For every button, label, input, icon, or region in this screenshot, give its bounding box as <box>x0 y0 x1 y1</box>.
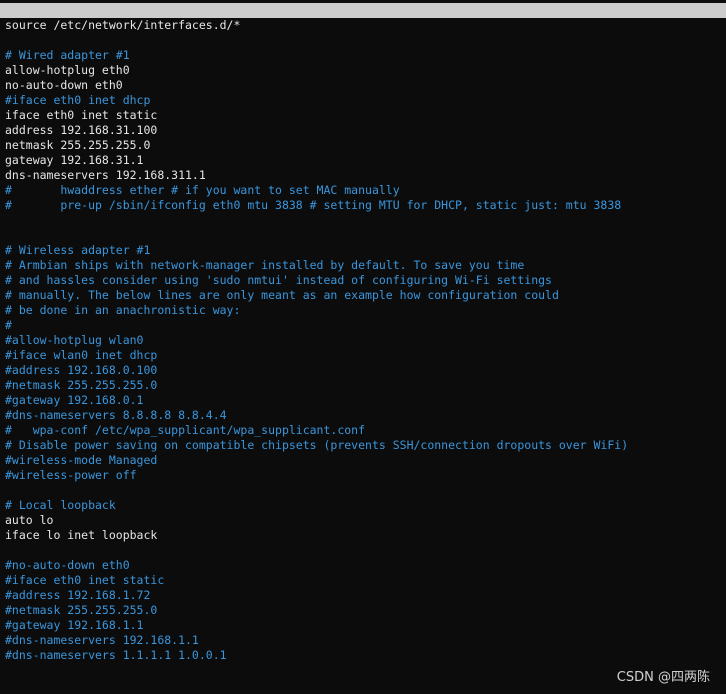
config-line[interactable]: iface lo inet loopback <box>5 528 721 543</box>
comment-line[interactable]: # hwaddress ether # if you want to set M… <box>5 183 721 198</box>
comment-line[interactable]: # be done in an anachronistic way: <box>5 303 721 318</box>
config-line[interactable]: auto lo <box>5 513 721 528</box>
comment-line[interactable]: # Wired adapter #1 <box>5 48 721 63</box>
config-line[interactable] <box>5 483 721 498</box>
watermark: CSDN @四两陈 <box>616 670 710 685</box>
config-line[interactable]: dns-nameservers 192.168.311.1 <box>5 168 721 183</box>
comment-line[interactable]: #iface eth0 inet dhcp <box>5 93 721 108</box>
comment-line[interactable]: #iface wlan0 inet dhcp <box>5 348 721 363</box>
comment-line[interactable]: #wireless-power off <box>5 468 721 483</box>
comment-line[interactable]: # wpa-conf /etc/wpa_supplicant/wpa_suppl… <box>5 423 721 438</box>
comment-line[interactable]: #gateway 192.168.1.1 <box>5 618 721 633</box>
comment-line[interactable]: # Wireless adapter #1 <box>5 243 721 258</box>
comment-line[interactable]: # Armbian ships with network-manager ins… <box>5 258 721 273</box>
config-line[interactable]: allow-hotplug eth0 <box>5 63 721 78</box>
config-line[interactable]: address 192.168.31.100 <box>5 123 721 138</box>
config-line[interactable]: iface eth0 inet static <box>5 108 721 123</box>
comment-line[interactable]: #dns-nameservers 1.1.1.1 1.0.0.1 <box>5 648 721 663</box>
comment-line[interactable]: #netmask 255.255.255.0 <box>5 603 721 618</box>
comment-line[interactable]: #dns-nameservers 192.168.1.1 <box>5 633 721 648</box>
comment-line[interactable]: # pre-up /sbin/ifconfig eth0 mtu 3838 # … <box>5 198 721 213</box>
comment-line[interactable]: #allow-hotplug wlan0 <box>5 333 721 348</box>
config-line[interactable] <box>5 213 721 228</box>
comment-line[interactable]: #wireless-mode Managed <box>5 453 721 468</box>
config-line[interactable] <box>5 228 721 243</box>
comment-line[interactable]: #dns-nameservers 8.8.8.8 8.8.4.4 <box>5 408 721 423</box>
comment-line[interactable]: #address 192.168.0.100 <box>5 363 721 378</box>
config-line[interactable] <box>5 543 721 558</box>
comment-line[interactable]: # and hassles consider using 'sudo nmtui… <box>5 273 721 288</box>
config-line[interactable] <box>5 33 721 48</box>
comment-line[interactable]: # <box>5 318 721 333</box>
comment-line[interactable]: #netmask 255.255.255.0 <box>5 378 721 393</box>
comment-line[interactable]: # Local loopback <box>5 498 721 513</box>
config-line[interactable]: gateway 192.168.31.1 <box>5 153 721 168</box>
nano-titlebar: GNU nano 4.8 <box>0 3 726 32</box>
comment-line[interactable]: #gateway 192.168.0.1 <box>5 393 721 408</box>
config-line[interactable]: source /etc/network/interfaces.d/* <box>5 18 721 33</box>
editor-buffer[interactable]: source /etc/network/interfaces.d/* # Wire… <box>5 18 721 663</box>
config-line[interactable]: no-auto-down eth0 <box>5 78 721 93</box>
comment-line[interactable]: #iface eth0 inet static <box>5 573 721 588</box>
comment-line[interactable]: #address 192.168.1.72 <box>5 588 721 603</box>
comment-line[interactable]: #no-auto-down eth0 <box>5 558 721 573</box>
config-line[interactable]: netmask 255.255.255.0 <box>5 138 721 153</box>
comment-line[interactable]: # Disable power saving on compatible chi… <box>5 438 721 453</box>
comment-line[interactable]: # manually. The below lines are only mea… <box>5 288 721 303</box>
